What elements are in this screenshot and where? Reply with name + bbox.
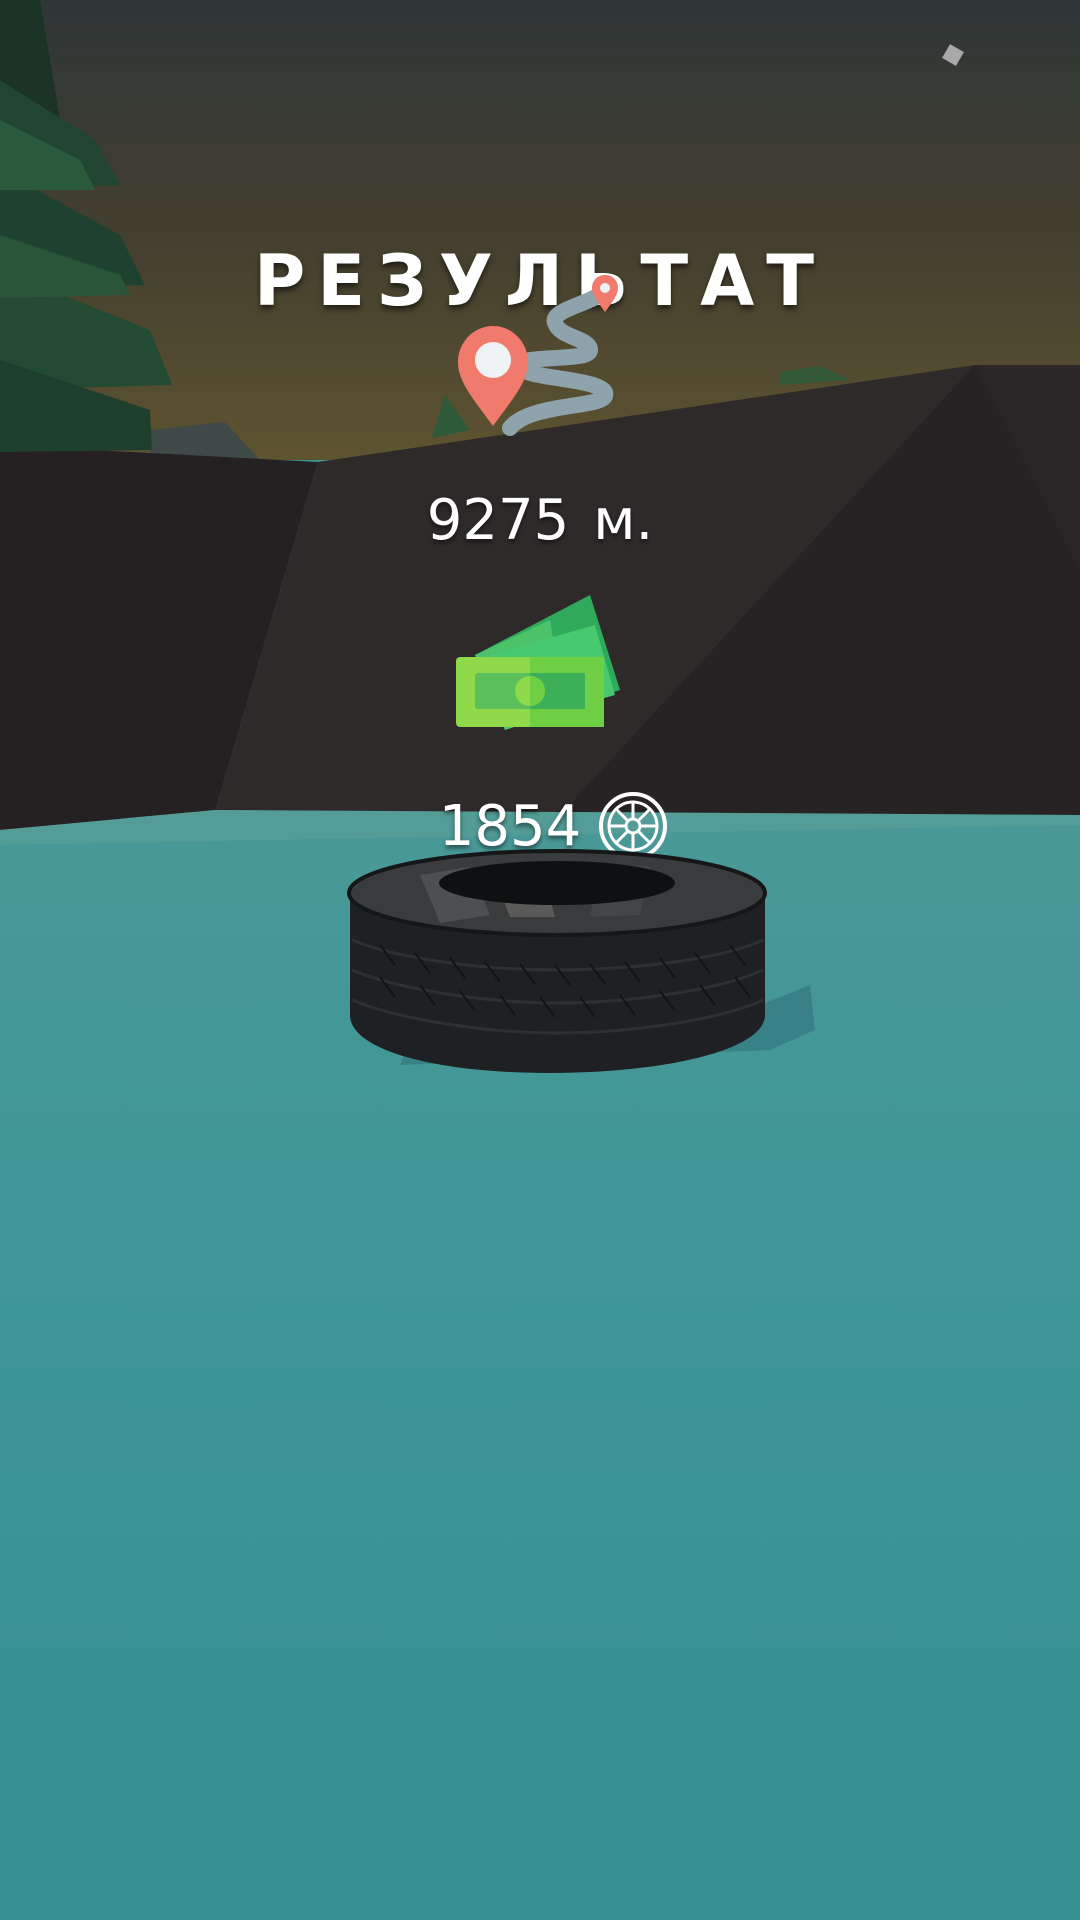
distance-display: 9275 м.	[0, 488, 1080, 553]
money-cards-icon	[456, 595, 620, 730]
route-pin-icon	[458, 275, 618, 436]
distance-unit: м.	[593, 488, 654, 553]
distance-value: 9275	[426, 488, 570, 553]
game-scene: РЕЗУЛЬТАТ 9275 м. 1854	[0, 0, 1080, 1920]
tire-model	[347, 849, 815, 1073]
